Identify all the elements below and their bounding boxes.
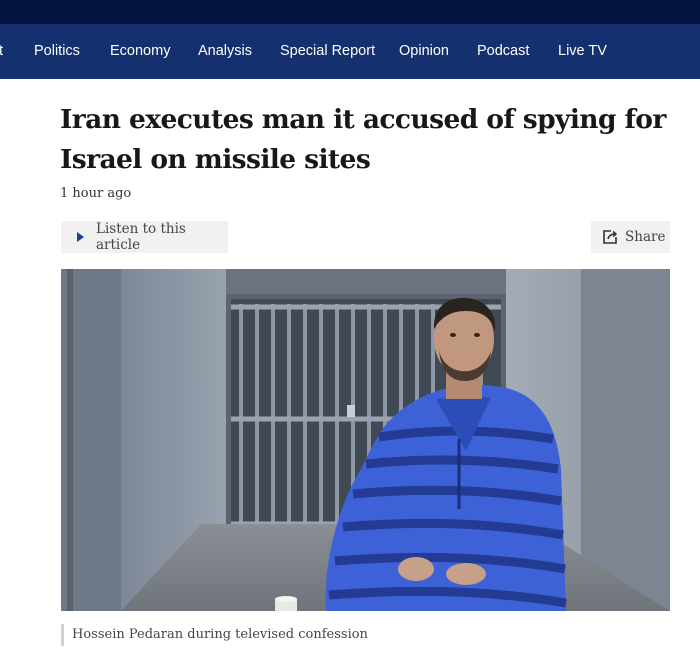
nav-item-podcast[interactable]: Podcast	[477, 24, 529, 79]
share-button[interactable]: Share	[591, 221, 670, 253]
top-bar	[0, 0, 700, 24]
article-timestamp: 1 hour ago	[60, 186, 132, 201]
share-label: Share	[625, 229, 666, 245]
nav-item-special-report[interactable]: Special Report	[280, 24, 375, 79]
play-icon	[77, 232, 84, 242]
share-icon	[603, 230, 617, 244]
prisoner-photo	[61, 269, 670, 611]
listen-button[interactable]: Listen to this article	[61, 221, 228, 253]
nav-item-analysis[interactable]: Analysis	[198, 24, 252, 79]
article-headline: Iran executes man it accused of spying f…	[60, 104, 666, 175]
main-navigation: t Politics Economy Analysis Special Repo…	[0, 24, 700, 79]
nav-item-opinion[interactable]: Opinion	[399, 24, 449, 79]
nav-item-politics[interactable]: Politics	[34, 24, 80, 79]
nav-item-partial[interactable]: t	[0, 24, 3, 79]
image-caption: Hossein Pedaran during televised confess…	[61, 624, 368, 646]
nav-item-live-tv[interactable]: Live TV	[558, 24, 607, 79]
nav-item-economy[interactable]: Economy	[110, 24, 170, 79]
listen-label: Listen to this article	[96, 221, 186, 253]
article-image	[61, 269, 670, 611]
